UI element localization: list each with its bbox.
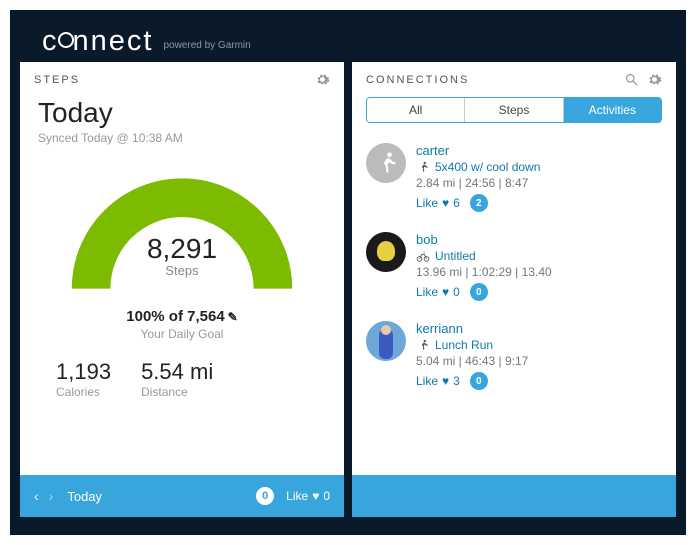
like-button[interactable]: Like♥6 — [416, 196, 460, 210]
next-day-icon[interactable]: › — [49, 488, 54, 504]
step-count: 8,291 — [67, 233, 297, 265]
prev-day-icon[interactable]: ‹ — [34, 488, 39, 504]
like-button[interactable]: Like♥3 — [416, 374, 460, 388]
avatar[interactable] — [366, 143, 406, 183]
distance-stat: 5.54 mi Distance — [141, 359, 213, 399]
sync-status: Synced Today @ 10:38 AM — [38, 131, 326, 145]
steps-panel-title: STEPS — [34, 74, 80, 86]
activity-name[interactable]: Untitled — [435, 249, 476, 263]
run-icon — [416, 338, 430, 352]
goal-progress: 100% of 7,564✎ — [38, 308, 326, 325]
activity-name[interactable]: Lunch Run — [435, 338, 493, 352]
feed-item: kerriann Lunch Run 5.04 mi | 46:43 | 9:1… — [366, 311, 662, 400]
brand-logo: cnnect — [42, 25, 153, 58]
comments-badge[interactable]: 0 — [470, 372, 488, 390]
app-header: cnnect powered by Garmin — [20, 20, 676, 62]
comments-badge[interactable]: 0 — [256, 487, 274, 505]
search-icon[interactable] — [624, 72, 639, 87]
edit-icon[interactable]: ✎ — [228, 310, 238, 324]
user-name[interactable]: kerriann — [416, 321, 662, 336]
avatar[interactable] — [366, 321, 406, 361]
heart-icon: ♥ — [312, 489, 319, 503]
activity-feed: carter 5x400 w/ cool down 2.84 mi | 24:5… — [352, 133, 676, 475]
feed-item: bob Untitled 13.96 mi | 1:02:29 | 13.40 … — [366, 222, 662, 311]
activity-stats: 5.04 mi | 46:43 | 9:17 — [416, 354, 662, 368]
heart-icon: ♥ — [442, 285, 449, 299]
steps-heading: Today — [38, 97, 326, 129]
like-button[interactable]: Like♥0 — [416, 285, 460, 299]
gear-icon[interactable] — [647, 72, 662, 87]
connections-footer — [352, 475, 676, 517]
bike-icon — [416, 249, 430, 263]
activity-name[interactable]: 5x400 w/ cool down — [435, 160, 540, 174]
tab-steps[interactable]: Steps — [465, 98, 563, 122]
avatar[interactable] — [366, 232, 406, 272]
comments-badge[interactable]: 0 — [470, 283, 488, 301]
tab-all[interactable]: All — [367, 98, 465, 122]
heart-icon: ♥ — [442, 374, 449, 388]
user-name[interactable]: bob — [416, 232, 662, 247]
powered-by: powered by Garmin — [163, 40, 250, 51]
connections-tabs: All Steps Activities — [366, 97, 662, 123]
like-button[interactable]: Like♥0 — [286, 489, 330, 503]
feed-item: carter 5x400 w/ cool down 2.84 mi | 24:5… — [366, 133, 662, 222]
user-name[interactable]: carter — [416, 143, 662, 158]
comments-badge[interactable]: 2 — [470, 194, 488, 212]
activity-stats: 2.84 mi | 24:56 | 8:47 — [416, 176, 662, 190]
steps-gauge: 8,291 Steps 100% of 7,564✎ Your Daily Go… — [38, 175, 326, 341]
heart-icon: ♥ — [442, 196, 449, 210]
activity-stats: 13.96 mi | 1:02:29 | 13.40 — [416, 265, 662, 279]
run-icon — [416, 160, 430, 174]
gear-icon[interactable] — [315, 72, 330, 87]
footer-date: Today — [67, 489, 102, 504]
tab-activities[interactable]: Activities — [564, 98, 661, 122]
step-count-label: Steps — [67, 263, 297, 278]
goal-label: Your Daily Goal — [38, 327, 326, 341]
steps-footer: ‹ › Today 0 Like♥0 — [20, 475, 344, 517]
calories-stat: 1,193 Calories — [56, 359, 111, 399]
connections-panel: CONNECTIONS All Steps Activities — [352, 62, 676, 517]
steps-panel: STEPS Today Synced Today @ 10:38 AM — [20, 62, 344, 517]
connections-panel-title: CONNECTIONS — [366, 74, 469, 86]
